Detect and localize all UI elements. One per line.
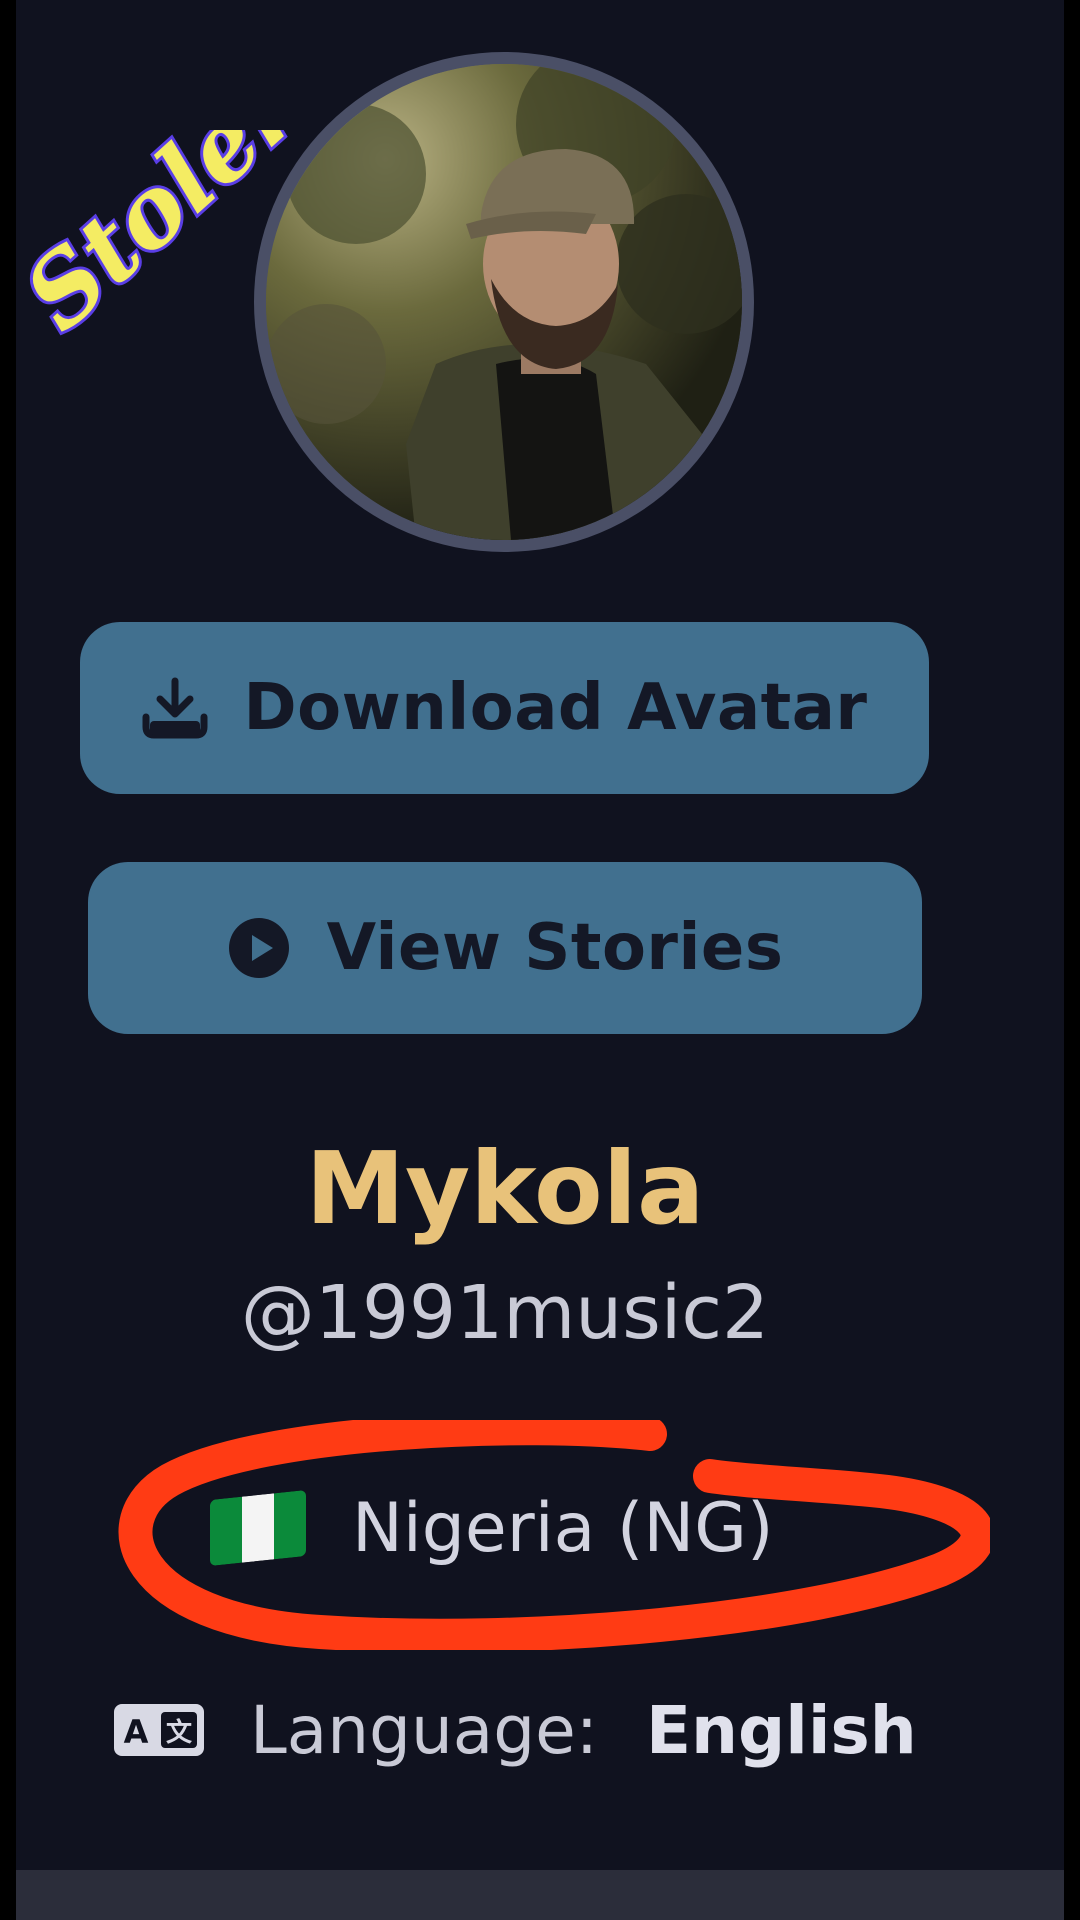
download-avatar-label: Download Avatar bbox=[243, 671, 868, 745]
language-row: A 文 Language: English bbox=[114, 1680, 917, 1780]
download-avatar-button[interactable]: Download Avatar bbox=[80, 622, 929, 794]
play-circle-icon bbox=[227, 916, 291, 980]
svg-text:文: 文 bbox=[166, 1717, 193, 1748]
download-icon bbox=[142, 677, 208, 739]
translate-icon: A 文 bbox=[114, 1704, 204, 1756]
avatar[interactable] bbox=[266, 64, 742, 540]
display-name: Mykola bbox=[305, 1130, 705, 1247]
view-stories-label: View Stories bbox=[326, 911, 784, 985]
svg-text:A: A bbox=[124, 1713, 149, 1751]
country-row: Nigeria (NG) bbox=[210, 1478, 774, 1578]
country-label: Nigeria (NG) bbox=[352, 1488, 774, 1568]
language-label: Language: bbox=[250, 1691, 598, 1769]
nigeria-flag-icon bbox=[210, 1489, 306, 1567]
avatar-photo bbox=[266, 64, 742, 540]
bottom-bar bbox=[16, 1870, 1064, 1920]
language-value: English bbox=[645, 1691, 917, 1769]
view-stories-button[interactable]: View Stories bbox=[88, 862, 922, 1034]
username: @1991music2 bbox=[240, 1270, 770, 1356]
